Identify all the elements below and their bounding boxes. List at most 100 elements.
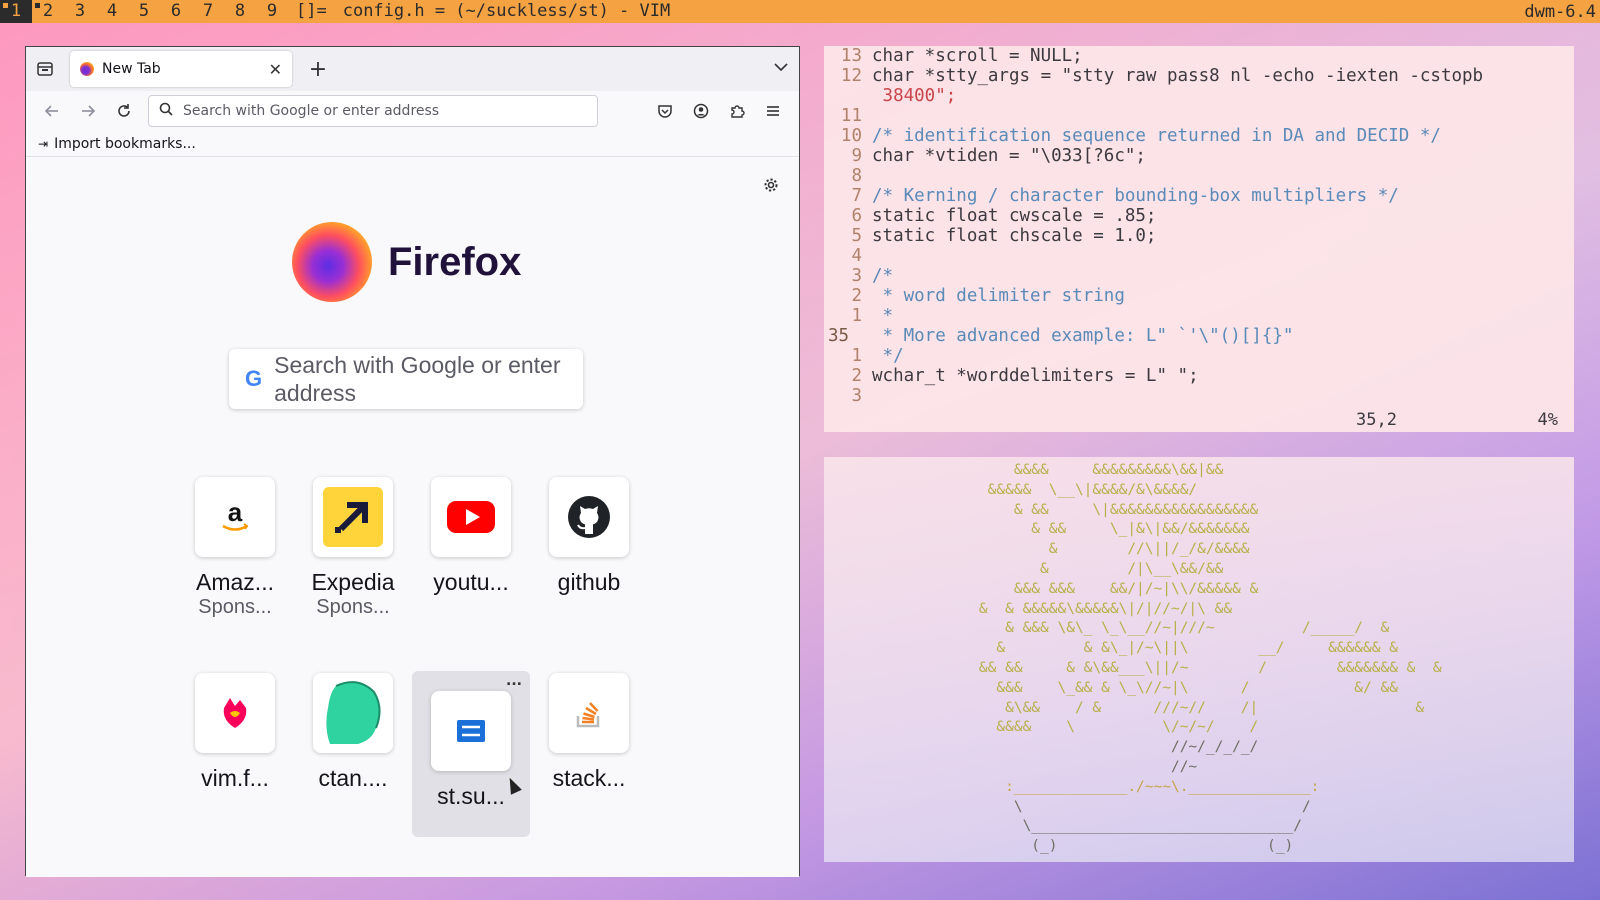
vim-fandom-icon	[195, 673, 275, 753]
tag-9[interactable]: 9	[256, 0, 288, 23]
back-arrow-icon[interactable]	[34, 95, 70, 127]
firefox-favicon-icon	[80, 62, 94, 76]
top-site-label: github	[557, 569, 621, 595]
line-number	[824, 86, 872, 106]
code-text: char *vtiden = "\033[?6c";	[872, 146, 1146, 166]
line-number: 11	[840, 106, 862, 126]
tag-3[interactable]: 3	[64, 0, 96, 23]
tag-7[interactable]: 7	[192, 0, 224, 23]
top-sites-grid: a Amaz... Spons... Expedia Spons... yout…	[176, 475, 656, 837]
code-line: 2 wchar_t *worddelimiters = L" ";	[824, 366, 1574, 386]
sponsored-label: Spons...	[198, 596, 272, 618]
code-comment: /* identification sequence returned in D…	[872, 126, 1441, 146]
top-site-st-suckless[interactable]: ... st.su...	[412, 671, 530, 837]
tag-8[interactable]: 8	[224, 0, 256, 23]
reload-icon[interactable]	[106, 95, 142, 127]
focused-window-title: config.h = (~/suckless/st) - VIM	[334, 0, 1525, 23]
tag-5[interactable]: 5	[128, 0, 160, 23]
top-site-ctan[interactable]: ctan....	[294, 671, 412, 837]
line-number: 5	[851, 226, 862, 246]
forward-arrow-icon[interactable]	[70, 95, 106, 127]
top-site-label: stack...	[552, 765, 626, 791]
code-line: 5 static float chscale = 1.0;	[824, 226, 1574, 246]
code-line: 4	[824, 246, 1574, 266]
search-box[interactable]: G Search with Google or enter address	[229, 349, 583, 409]
tab-new-tab[interactable]: New Tab ✕	[70, 51, 292, 87]
pocket-icon[interactable]	[647, 95, 683, 127]
account-icon[interactable]	[683, 95, 719, 127]
search-box-placeholder: Search with Google or enter address	[274, 352, 561, 406]
close-tab-icon[interactable]: ✕	[269, 60, 282, 79]
tag-4[interactable]: 4	[96, 0, 128, 23]
ascii-line: \______________________________/	[944, 818, 1302, 835]
ascii-line: &&& &&& &&/|/~|\\/&&&&& &	[944, 580, 1259, 597]
line-number: 2	[851, 286, 862, 306]
code-text: static float chscale = 1.0;	[872, 226, 1157, 246]
ascii-line: & &&& \&\_ \_\__//~|///~ /_____/ &	[944, 620, 1390, 637]
ascii-line: :_____________./~~~\.______________:	[944, 778, 1320, 795]
new-tab-page: Firefox G Search with Google or enter ad…	[26, 157, 799, 877]
line-number: 6	[851, 206, 862, 226]
code-line: 9 char *vtiden = "\033[?6c";	[824, 146, 1574, 166]
ascii-line: &&& \_&& & \_\//~|\ / &/ &&	[944, 679, 1398, 696]
code-line: 13 char *scroll = NULL;	[824, 46, 1574, 66]
top-site-amazon[interactable]: a Amaz... Spons...	[176, 475, 294, 641]
firefox-view-icon[interactable]	[26, 47, 64, 91]
top-site-youtube[interactable]: youtu...	[412, 475, 530, 641]
code-comment: * word delimiter string	[872, 286, 1125, 306]
ascii-line: & & &&&&&\&&&&&\|/|//~/|\ &&	[944, 600, 1233, 617]
tab-title: New Tab	[102, 61, 161, 77]
line-number: 4	[851, 246, 862, 266]
top-site-label: vim.f...	[201, 765, 269, 791]
ascii-line: && && & &\&&___\||/~ / &&&&&&& & &	[944, 659, 1442, 676]
expedia-icon	[313, 477, 393, 557]
ascii-line: & /|\__\&&/&&	[944, 560, 1224, 577]
code-line: 1 *	[824, 306, 1574, 326]
layout-symbol[interactable]: []=	[288, 0, 335, 23]
code-line: 8	[824, 166, 1574, 186]
code-line-current: 35 * More advanced example: L" `'\"()[]{…	[824, 326, 1574, 346]
top-site-label: ctan....	[318, 765, 388, 791]
top-site-github[interactable]: github	[530, 475, 648, 641]
ascii-bonsai-terminal[interactable]: &&&& &&&&&&&&&\&&|&& &&&&& \__\|&&&&/&\&…	[824, 457, 1574, 862]
tile-context-menu-icon[interactable]: ...	[506, 673, 522, 689]
code-line: 6 static float cwscale = .85;	[824, 206, 1574, 226]
import-bookmarks-link[interactable]: Import bookmarks...	[54, 136, 196, 152]
top-site-label: youtu...	[433, 569, 509, 595]
tag-1[interactable]: 1	[0, 0, 32, 23]
gear-icon[interactable]	[763, 177, 779, 197]
top-site-label: Expedia	[311, 569, 395, 595]
vim-ruler: 35,2 4%	[824, 410, 1574, 432]
code-line: 2 * word delimiter string	[824, 286, 1574, 306]
vim-editor[interactable]: 13 char *scroll = NULL; 12 char *stty_args…	[824, 46, 1574, 432]
tag-6[interactable]: 6	[160, 0, 192, 23]
bookmarks-toolbar: ⇥ Import bookmarks...	[26, 131, 799, 157]
youtube-icon	[431, 477, 511, 557]
tag-2[interactable]: 2	[32, 0, 64, 23]
top-site-expedia[interactable]: Expedia Spons...	[294, 475, 412, 641]
ctan-icon	[313, 673, 393, 753]
github-icon	[549, 477, 629, 557]
address-bar-placeholder: Search with Google or enter address	[183, 103, 440, 119]
firefox-logo: Firefox	[292, 222, 521, 302]
top-site-stackoverflow[interactable]: stack...	[530, 671, 648, 837]
line-number: 7	[851, 186, 862, 206]
cursor-position: 35,2	[1356, 410, 1397, 430]
line-number: 10	[840, 126, 862, 146]
extensions-icon[interactable]	[719, 95, 755, 127]
hamburger-menu-icon[interactable]	[755, 95, 791, 127]
st-suckless-icon	[431, 691, 511, 771]
ascii-line: &\&& / & ///~// /| &	[944, 699, 1425, 716]
new-tab-button[interactable]: +	[302, 53, 334, 85]
top-site-label: Amaz...	[196, 569, 274, 595]
address-bar[interactable]: Search with Google or enter address	[148, 95, 598, 127]
code-comment: *	[872, 306, 894, 326]
ascii-line: (_) (_)	[944, 838, 1294, 855]
top-site-vim-fandom[interactable]: vim.f...	[176, 671, 294, 837]
line-number: 1	[851, 346, 862, 366]
code-line: 12 char *stty_args = "stty raw pass8 nl -…	[824, 66, 1574, 86]
code-line: 38400";	[824, 86, 1574, 106]
google-icon: G	[245, 366, 263, 391]
firefox-wordmark: Firefox	[388, 239, 522, 284]
list-all-tabs-chevron-icon[interactable]	[773, 59, 789, 79]
